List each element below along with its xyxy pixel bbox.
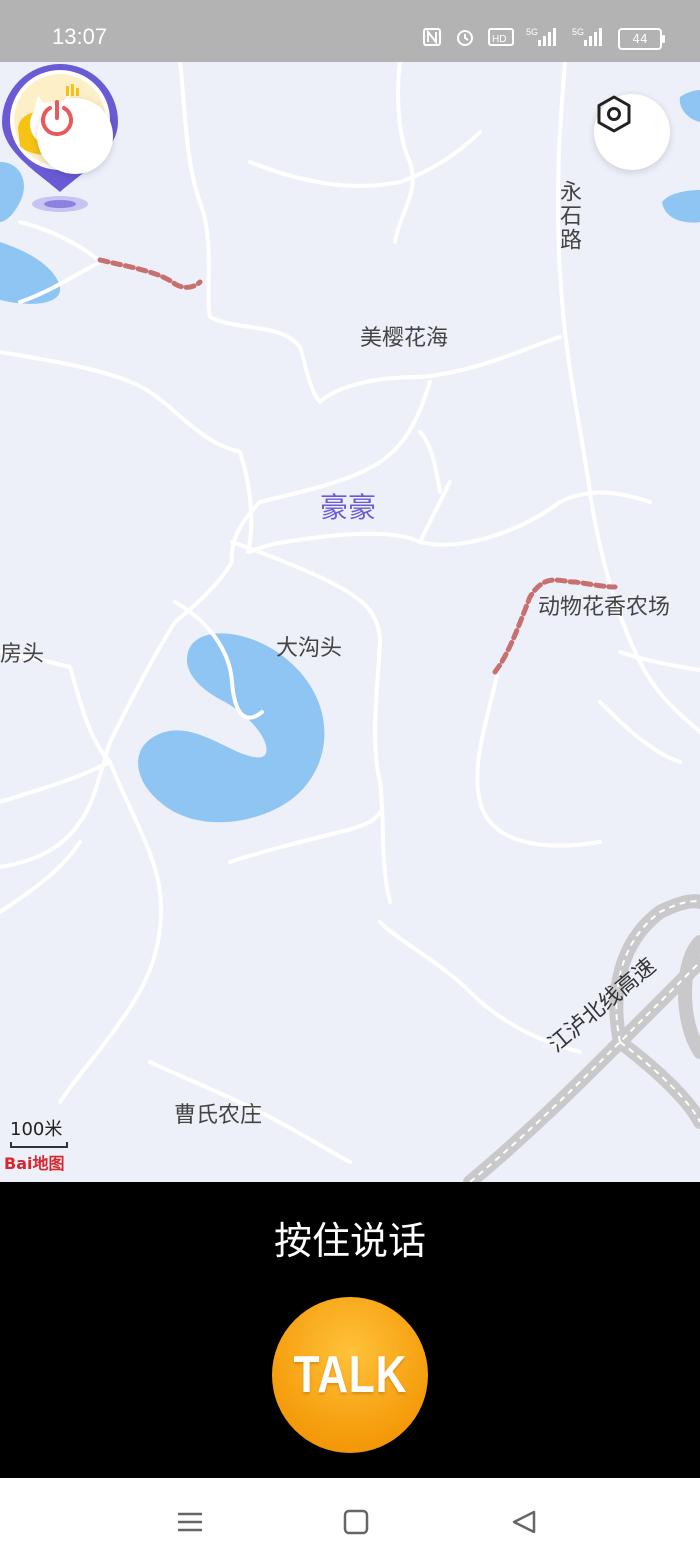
menu-nav-button[interactable] — [174, 1506, 206, 1538]
back-icon — [512, 1510, 536, 1534]
status-bar: 13:07 HD 5G 5G 44 — [0, 0, 700, 62]
hd-icon: HD — [488, 27, 514, 51]
map-label-yongshi-road: 永石路 — [556, 180, 581, 252]
power-button[interactable] — [37, 98, 113, 174]
lake-topright-2 — [662, 190, 700, 223]
svg-text:5G: 5G — [572, 27, 584, 37]
map-label-dagoutou: 大沟头 — [276, 636, 343, 661]
map-label-fangtou: 房头 — [0, 642, 45, 667]
nfc-icon — [422, 27, 442, 51]
status-time: 13:07 — [52, 24, 108, 49]
settings-button[interactable] — [594, 94, 670, 170]
status-icons: HD 5G 5G 44 — [422, 26, 665, 52]
talk-hint: 按住说话 — [273, 1219, 426, 1263]
alarm-icon — [454, 26, 476, 52]
settings-icon — [597, 95, 631, 133]
lake-topright-1 — [679, 90, 700, 122]
map-view[interactable]: 永石路 美樱花海 动物花香农场 房头 大沟头 曹氏农庄 江泸北线高速 豪豪 10… — [0, 62, 700, 1182]
map-label-meiying-huahai: 美樱花海 — [360, 326, 449, 351]
talk-button[interactable]: TALK — [272, 1297, 428, 1453]
user-pin-name: 豪豪 — [320, 491, 377, 524]
system-nav-bar — [0, 1478, 700, 1563]
lake-left — [0, 242, 61, 304]
map-scale-label: 100米 — [10, 1119, 63, 1140]
map-scale: 100米 — [10, 1115, 68, 1148]
home-nav-button[interactable] — [340, 1506, 372, 1538]
back-nav-button[interactable] — [508, 1506, 540, 1538]
battery-level: 44 — [632, 32, 648, 46]
svg-text:HD: HD — [492, 34, 506, 45]
svg-text:5G: 5G — [526, 27, 538, 37]
menu-icon — [178, 1512, 202, 1532]
map-label-dongwu-huaxiang: 动物花香农场 — [538, 595, 671, 620]
5g-signal-icon: 5G — [526, 26, 560, 52]
map-scale-bar — [10, 1142, 68, 1148]
map-label-caoshi: 曹氏农庄 — [174, 1103, 263, 1128]
5g-signal-icon: 5G — [572, 26, 606, 52]
battery-icon: 44 — [618, 28, 665, 50]
talk-button-label: TALK — [293, 1346, 407, 1404]
baidu-map-logo: Bai地图 — [4, 1154, 65, 1173]
talk-panel: 按住说话 TALK — [0, 1182, 700, 1478]
power-icon — [41, 100, 73, 137]
home-icon — [343, 1509, 369, 1535]
